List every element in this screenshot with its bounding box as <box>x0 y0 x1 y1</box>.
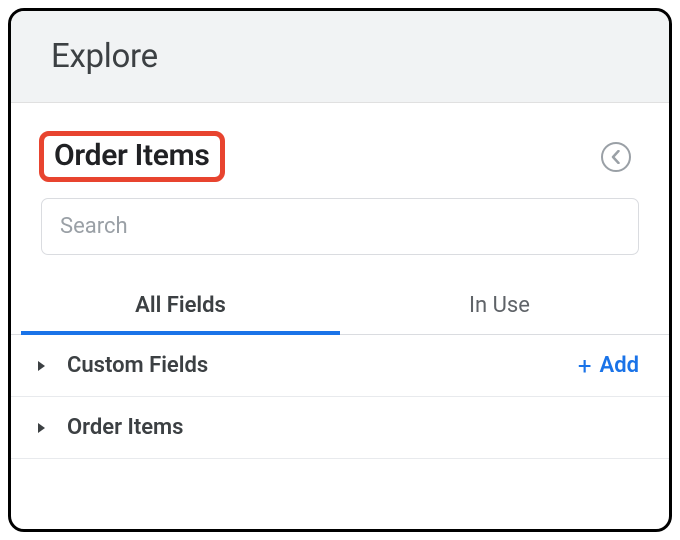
page-title: Explore <box>51 37 629 76</box>
caret-right-icon <box>33 360 51 372</box>
list-item-label: Custom Fields <box>67 353 578 378</box>
panel-header: Explore <box>11 11 669 103</box>
section-title-highlight: Order Items <box>39 131 225 182</box>
list-item[interactable]: Custom Fields + Add <box>11 335 669 397</box>
tab-label: In Use <box>469 293 530 318</box>
caret-right-icon <box>33 422 51 434</box>
tab-in-use[interactable]: In Use <box>340 279 659 334</box>
tabs: All Fields In Use <box>11 279 669 335</box>
search-input[interactable] <box>60 214 620 239</box>
tab-label: All Fields <box>135 293 226 318</box>
list-item-label: Order Items <box>67 415 639 440</box>
panel-content: Order Items All Fields In Use <box>11 103 669 529</box>
list-item[interactable]: Order Items <box>11 397 669 459</box>
explore-panel: Explore Order Items All Fields In Use <box>8 8 672 532</box>
plus-icon: + <box>578 354 592 378</box>
section-title: Order Items <box>54 138 210 173</box>
add-label: Add <box>600 353 639 378</box>
tab-all-fields[interactable]: All Fields <box>21 279 340 334</box>
chevron-left-icon <box>610 150 622 164</box>
add-button[interactable]: + Add <box>578 353 639 378</box>
fields-list: Custom Fields + Add Order Items <box>11 335 669 459</box>
section-header-row: Order Items <box>41 131 639 182</box>
collapse-button[interactable] <box>601 142 631 172</box>
search-box[interactable] <box>41 198 639 255</box>
